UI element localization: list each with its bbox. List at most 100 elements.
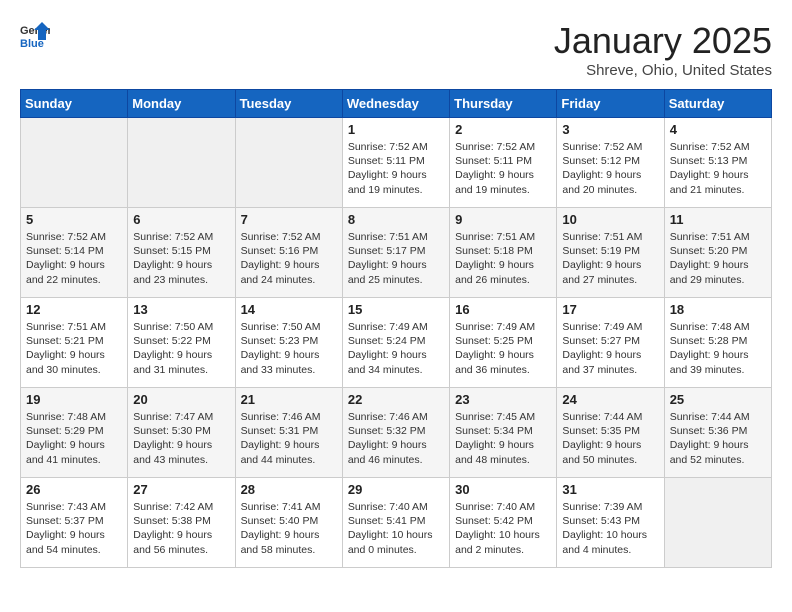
week-row-4: 19Sunrise: 7:48 AM Sunset: 5:29 PM Dayli… xyxy=(21,388,772,478)
day-info: Sunrise: 7:52 AM Sunset: 5:15 PM Dayligh… xyxy=(133,230,229,287)
weekday-header-sunday: Sunday xyxy=(21,90,128,118)
weekday-header-row: SundayMondayTuesdayWednesdayThursdayFrid… xyxy=(21,90,772,118)
day-cell: 24 Sunrise: 7:44 AM Sunset: 5:35 PM Dayli… xyxy=(557,388,664,478)
day-info: Sunrise: 7:39 AM Sunset: 5:43 PM Dayligh… xyxy=(562,500,658,557)
day-cell: 6 Sunrise: 7:52 AM Sunset: 5:15 PM Daylig… xyxy=(128,208,235,298)
day-cell: 9 Sunrise: 7:51 AM Sunset: 5:18 PM Daylig… xyxy=(450,208,557,298)
day-info: Sunrise: 7:52 AM Sunset: 5:16 PM Dayligh… xyxy=(241,230,337,287)
day-cell: 20 Sunrise: 7:47 AM Sunset: 5:30 PM Dayli… xyxy=(128,388,235,478)
day-cell: 4 Sunrise: 7:52 AM Sunset: 5:13 PM Daylig… xyxy=(664,118,771,208)
day-cell: 22 Sunrise: 7:46 AM Sunset: 5:32 PM Dayli… xyxy=(342,388,449,478)
day-info: Sunrise: 7:51 AM Sunset: 5:17 PM Dayligh… xyxy=(348,230,444,287)
day-number: 6 xyxy=(133,212,229,227)
day-info: Sunrise: 7:51 AM Sunset: 5:21 PM Dayligh… xyxy=(26,320,122,377)
day-cell: 23 Sunrise: 7:45 AM Sunset: 5:34 PM Dayli… xyxy=(450,388,557,478)
day-cell: 5 Sunrise: 7:52 AM Sunset: 5:14 PM Daylig… xyxy=(21,208,128,298)
day-number: 7 xyxy=(241,212,337,227)
day-number: 20 xyxy=(133,392,229,407)
day-number: 16 xyxy=(455,302,551,317)
day-cell: 13 Sunrise: 7:50 AM Sunset: 5:22 PM Dayli… xyxy=(128,298,235,388)
logo-icon: General Blue xyxy=(20,20,50,50)
day-info: Sunrise: 7:49 AM Sunset: 5:24 PM Dayligh… xyxy=(348,320,444,377)
day-cell xyxy=(128,118,235,208)
day-cell: 11Sunrise: 7:51 AM Sunset: 5:20 PM Dayli… xyxy=(664,208,771,298)
day-cell: 1 Sunrise: 7:52 AM Sunset: 5:11 PM Daylig… xyxy=(342,118,449,208)
day-cell: 15 Sunrise: 7:49 AM Sunset: 5:24 PM Dayli… xyxy=(342,298,449,388)
day-number: 31 xyxy=(562,482,658,497)
day-number: 24 xyxy=(562,392,658,407)
day-cell: 25 Sunrise: 7:44 AM Sunset: 5:36 PM Dayli… xyxy=(664,388,771,478)
weekday-header-saturday: Saturday xyxy=(664,90,771,118)
day-number: 22 xyxy=(348,392,444,407)
day-number: 12 xyxy=(26,302,122,317)
day-cell: 19Sunrise: 7:48 AM Sunset: 5:29 PM Dayli… xyxy=(21,388,128,478)
day-cell: 8Sunrise: 7:51 AM Sunset: 5:17 PM Daylig… xyxy=(342,208,449,298)
day-number: 25 xyxy=(670,392,766,407)
day-info: Sunrise: 7:46 AM Sunset: 5:32 PM Dayligh… xyxy=(348,410,444,467)
day-cell: 12 Sunrise: 7:51 AM Sunset: 5:21 PM Dayli… xyxy=(21,298,128,388)
weekday-header-wednesday: Wednesday xyxy=(342,90,449,118)
day-info: Sunrise: 7:52 AM Sunset: 5:14 PM Dayligh… xyxy=(26,230,122,287)
day-info: Sunrise: 7:47 AM Sunset: 5:30 PM Dayligh… xyxy=(133,410,229,467)
day-info: Sunrise: 7:44 AM Sunset: 5:36 PM Dayligh… xyxy=(670,410,766,467)
day-cell: 2Sunrise: 7:52 AM Sunset: 5:11 PM Daylig… xyxy=(450,118,557,208)
day-number: 15 xyxy=(348,302,444,317)
week-row-3: 12 Sunrise: 7:51 AM Sunset: 5:21 PM Dayli… xyxy=(21,298,772,388)
day-cell: 3 Sunrise: 7:52 AM Sunset: 5:12 PM Daylig… xyxy=(557,118,664,208)
day-number: 21 xyxy=(241,392,337,407)
day-info: Sunrise: 7:42 AM Sunset: 5:38 PM Dayligh… xyxy=(133,500,229,557)
day-info: Sunrise: 7:51 AM Sunset: 5:19 PM Dayligh… xyxy=(562,230,658,287)
day-cell: 31 Sunrise: 7:39 AM Sunset: 5:43 PM Dayli… xyxy=(557,478,664,568)
logo: General Blue xyxy=(20,20,50,50)
weekday-header-tuesday: Tuesday xyxy=(235,90,342,118)
day-info: Sunrise: 7:49 AM Sunset: 5:25 PM Dayligh… xyxy=(455,320,551,377)
day-number: 28 xyxy=(241,482,337,497)
day-number: 4 xyxy=(670,122,766,137)
page-header: General Blue January 2025 Shreve, Ohio, … xyxy=(20,20,772,79)
day-cell: 29Sunrise: 7:40 AM Sunset: 5:41 PM Dayli… xyxy=(342,478,449,568)
day-number: 26 xyxy=(26,482,122,497)
day-number: 14 xyxy=(241,302,337,317)
day-cell: 26 Sunrise: 7:43 AM Sunset: 5:37 PM Dayli… xyxy=(21,478,128,568)
day-info: Sunrise: 7:40 AM Sunset: 5:41 PM Dayligh… xyxy=(348,500,444,557)
month-title: January 2025 xyxy=(554,20,772,62)
location: Shreve, Ohio, United States xyxy=(554,62,772,79)
day-cell: 18 Sunrise: 7:48 AM Sunset: 5:28 PM Dayli… xyxy=(664,298,771,388)
day-cell: 30Sunrise: 7:40 AM Sunset: 5:42 PM Dayli… xyxy=(450,478,557,568)
day-cell xyxy=(664,478,771,568)
day-info: Sunrise: 7:43 AM Sunset: 5:37 PM Dayligh… xyxy=(26,500,122,557)
week-row-1: 1 Sunrise: 7:52 AM Sunset: 5:11 PM Daylig… xyxy=(21,118,772,208)
day-info: Sunrise: 7:51 AM Sunset: 5:18 PM Dayligh… xyxy=(455,230,551,287)
calendar-table: SundayMondayTuesdayWednesdayThursdayFrid… xyxy=(20,89,772,568)
day-info: Sunrise: 7:50 AM Sunset: 5:22 PM Dayligh… xyxy=(133,320,229,377)
day-number: 1 xyxy=(348,122,444,137)
day-cell: 10Sunrise: 7:51 AM Sunset: 5:19 PM Dayli… xyxy=(557,208,664,298)
day-number: 5 xyxy=(26,212,122,227)
day-cell: 16 Sunrise: 7:49 AM Sunset: 5:25 PM Dayli… xyxy=(450,298,557,388)
day-info: Sunrise: 7:52 AM Sunset: 5:11 PM Dayligh… xyxy=(348,140,444,197)
day-number: 3 xyxy=(562,122,658,137)
day-info: Sunrise: 7:48 AM Sunset: 5:28 PM Dayligh… xyxy=(670,320,766,377)
day-number: 19 xyxy=(26,392,122,407)
day-info: Sunrise: 7:52 AM Sunset: 5:12 PM Dayligh… xyxy=(562,140,658,197)
day-number: 17 xyxy=(562,302,658,317)
weekday-header-monday: Monday xyxy=(128,90,235,118)
day-info: Sunrise: 7:49 AM Sunset: 5:27 PM Dayligh… xyxy=(562,320,658,377)
day-cell xyxy=(235,118,342,208)
day-number: 9 xyxy=(455,212,551,227)
day-info: Sunrise: 7:44 AM Sunset: 5:35 PM Dayligh… xyxy=(562,410,658,467)
day-info: Sunrise: 7:41 AM Sunset: 5:40 PM Dayligh… xyxy=(241,500,337,557)
day-cell xyxy=(21,118,128,208)
day-number: 23 xyxy=(455,392,551,407)
day-number: 18 xyxy=(670,302,766,317)
day-number: 27 xyxy=(133,482,229,497)
day-info: Sunrise: 7:40 AM Sunset: 5:42 PM Dayligh… xyxy=(455,500,551,557)
day-cell: 28 Sunrise: 7:41 AM Sunset: 5:40 PM Dayli… xyxy=(235,478,342,568)
day-info: Sunrise: 7:45 AM Sunset: 5:34 PM Dayligh… xyxy=(455,410,551,467)
day-number: 11 xyxy=(670,212,766,227)
week-row-2: 5 Sunrise: 7:52 AM Sunset: 5:14 PM Daylig… xyxy=(21,208,772,298)
day-number: 13 xyxy=(133,302,229,317)
day-info: Sunrise: 7:52 AM Sunset: 5:13 PM Dayligh… xyxy=(670,140,766,197)
day-info: Sunrise: 7:46 AM Sunset: 5:31 PM Dayligh… xyxy=(241,410,337,467)
weekday-header-friday: Friday xyxy=(557,90,664,118)
